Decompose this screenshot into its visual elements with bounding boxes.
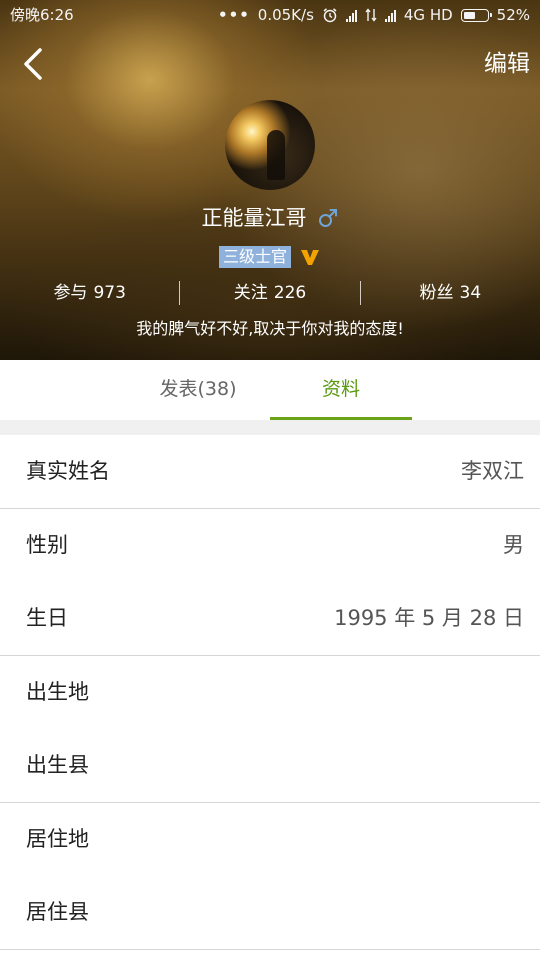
- network-speed: 0.05K/s: [257, 6, 314, 24]
- tab-bar: 发表(38) 资料: [0, 360, 540, 420]
- stat-value: 226: [273, 283, 307, 303]
- tab-profile[interactable]: 资料: [270, 360, 412, 420]
- stat-value: 34: [459, 283, 482, 303]
- signal-icon: [345, 9, 357, 22]
- info-value: 男: [503, 533, 524, 557]
- user-signature: 我的脾气好不好,取决于你对我的态度!: [136, 319, 404, 338]
- info-row-birthday[interactable]: 生日 1995 年 5 月 28 日: [0, 582, 540, 655]
- info-label: 居住县: [26, 900, 89, 924]
- user-name: 正能量江哥: [201, 206, 307, 230]
- vip-v-icon: [301, 250, 319, 265]
- male-icon: [318, 209, 337, 227]
- status-bar: 傍晚6:26 ••• 0.05K/s 4G HD 52%: [0, 0, 540, 30]
- avatar[interactable]: [225, 100, 315, 190]
- network-type: 4G HD: [403, 6, 453, 24]
- info-label: 真实姓名: [26, 459, 110, 483]
- status-right: ••• 0.05K/s 4G HD 52%: [218, 0, 530, 30]
- info-label: 生日: [26, 606, 68, 630]
- section-gap: [0, 420, 540, 435]
- tab-posts[interactable]: 发表(38): [128, 360, 268, 420]
- info-row-real-name[interactable]: 真实姓名 李双江: [0, 435, 540, 508]
- stat-label: 关注: [233, 283, 268, 303]
- info-row-gender[interactable]: 性别 男: [0, 509, 540, 582]
- info-label: 性别: [26, 533, 68, 557]
- profile-info-list: 真实姓名 李双江 性别 男 生日 1995 年 5 月 28 日 出生地 出生县…: [0, 435, 540, 950]
- stat-label: 参与: [53, 283, 88, 303]
- stat-label: 粉丝: [419, 283, 454, 303]
- stat-following[interactable]: 关注 226: [180, 279, 359, 307]
- info-label: 居住地: [26, 827, 89, 851]
- info-row-birth-county[interactable]: 出生县: [0, 729, 540, 802]
- data-transfer-icon: [365, 8, 377, 22]
- status-dots: •••: [218, 6, 250, 24]
- info-label: 出生地: [26, 680, 89, 704]
- chevron-left-icon[interactable]: [18, 46, 50, 82]
- battery-icon: [460, 8, 492, 22]
- signal-icon-2: [384, 9, 396, 22]
- battery-percent: 52%: [496, 6, 530, 24]
- rank-badge: 三级士官: [218, 246, 291, 268]
- rank-row: 三级士官: [0, 246, 540, 270]
- stats-bar: 参与 973 关注 226 粉丝 34: [0, 279, 540, 307]
- info-value: 李双江: [461, 459, 524, 483]
- info-row-birthplace[interactable]: 出生地: [0, 656, 540, 729]
- profile-header: 傍晚6:26 ••• 0.05K/s 4G HD 52% 编辑 正能量江哥 三级…: [0, 0, 540, 360]
- info-value: 1995 年 5 月 28 日: [334, 606, 524, 630]
- status-time: 傍晚6:26: [10, 6, 74, 24]
- info-label: 出生县: [26, 753, 89, 777]
- name-row: 正能量江哥: [0, 202, 540, 234]
- edit-button[interactable]: 编辑: [484, 46, 530, 82]
- divider: [0, 949, 540, 950]
- info-row-residence-county[interactable]: 居住县: [0, 876, 540, 949]
- info-row-residence[interactable]: 居住地: [0, 803, 540, 876]
- stat-value: 973: [93, 283, 126, 303]
- stat-fans[interactable]: 粉丝 34: [361, 279, 540, 307]
- stat-participate[interactable]: 参与 973: [0, 279, 179, 307]
- alarm-icon: [323, 8, 337, 23]
